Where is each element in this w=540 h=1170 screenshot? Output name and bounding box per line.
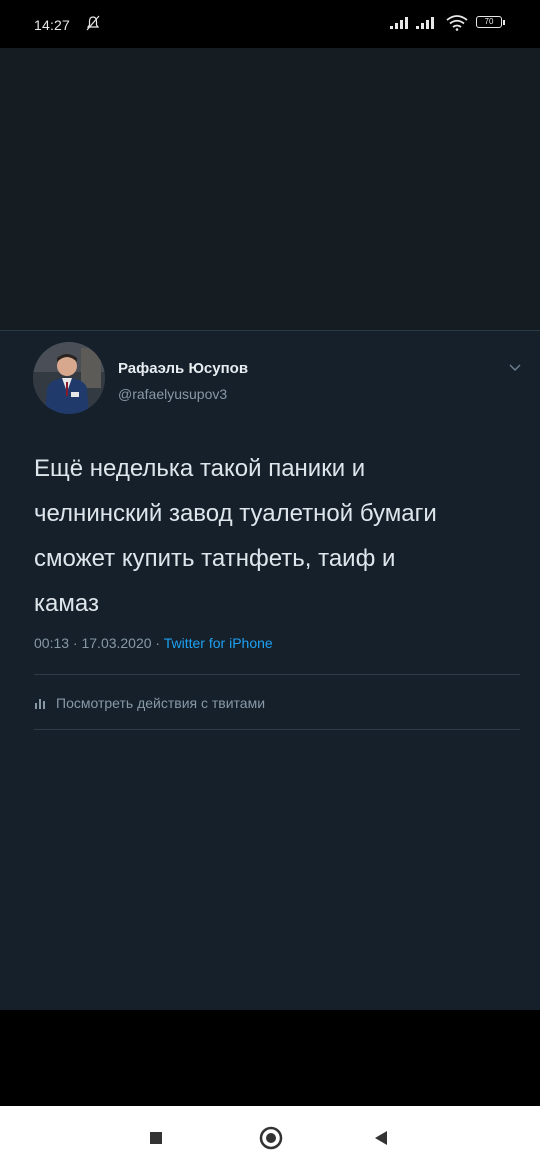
tweet-activity-link[interactable]: Посмотреть действия с твитами	[34, 695, 265, 711]
tweet-activity-label: Посмотреть действия с твитами	[56, 695, 266, 711]
recents-icon[interactable]	[150, 1132, 162, 1144]
avatar[interactable]	[33, 342, 105, 414]
divider	[34, 729, 520, 730]
dimmed-backdrop	[0, 48, 540, 331]
tweet-source[interactable]: Twitter for iPhone	[164, 635, 273, 651]
home-icon[interactable]	[259, 1126, 283, 1150]
back-icon[interactable]	[374, 1130, 388, 1146]
battery-level: 70	[476, 16, 502, 28]
divider	[34, 674, 520, 675]
avatar-photo	[33, 342, 105, 414]
status-bar: 14:27 70	[0, 0, 540, 48]
tweet-card: Рафаэль Юсупов @rafaelyusupov3 Ещё недел…	[0, 331, 540, 1010]
chevron-down-icon[interactable]	[508, 363, 522, 373]
wifi-icon	[446, 15, 468, 31]
author-name[interactable]: Рафаэль Юсупов	[118, 360, 248, 377]
signal-icon	[390, 17, 408, 29]
battery-tip	[503, 20, 505, 25]
tweet-meta: 00:13 · 17.03.2020 · Twitter for iPhone	[34, 635, 273, 651]
tweet-text: Ещё неделька такой паники и челнинский з…	[34, 455, 437, 617]
navigation-bar	[0, 1106, 540, 1170]
signal-icon	[416, 17, 434, 29]
mute-icon	[86, 15, 100, 31]
screen: Рафаэль Юсупов @rafaelyusupov3 Ещё недел…	[0, 48, 540, 1010]
battery-icon: 70	[476, 16, 506, 30]
analytics-icon	[35, 699, 45, 709]
tweet-timestamp: 00:13 · 17.03.2020 ·	[34, 635, 164, 651]
status-time: 14:27	[34, 17, 71, 33]
author-handle[interactable]: @rafaelyusupov3	[118, 386, 227, 402]
